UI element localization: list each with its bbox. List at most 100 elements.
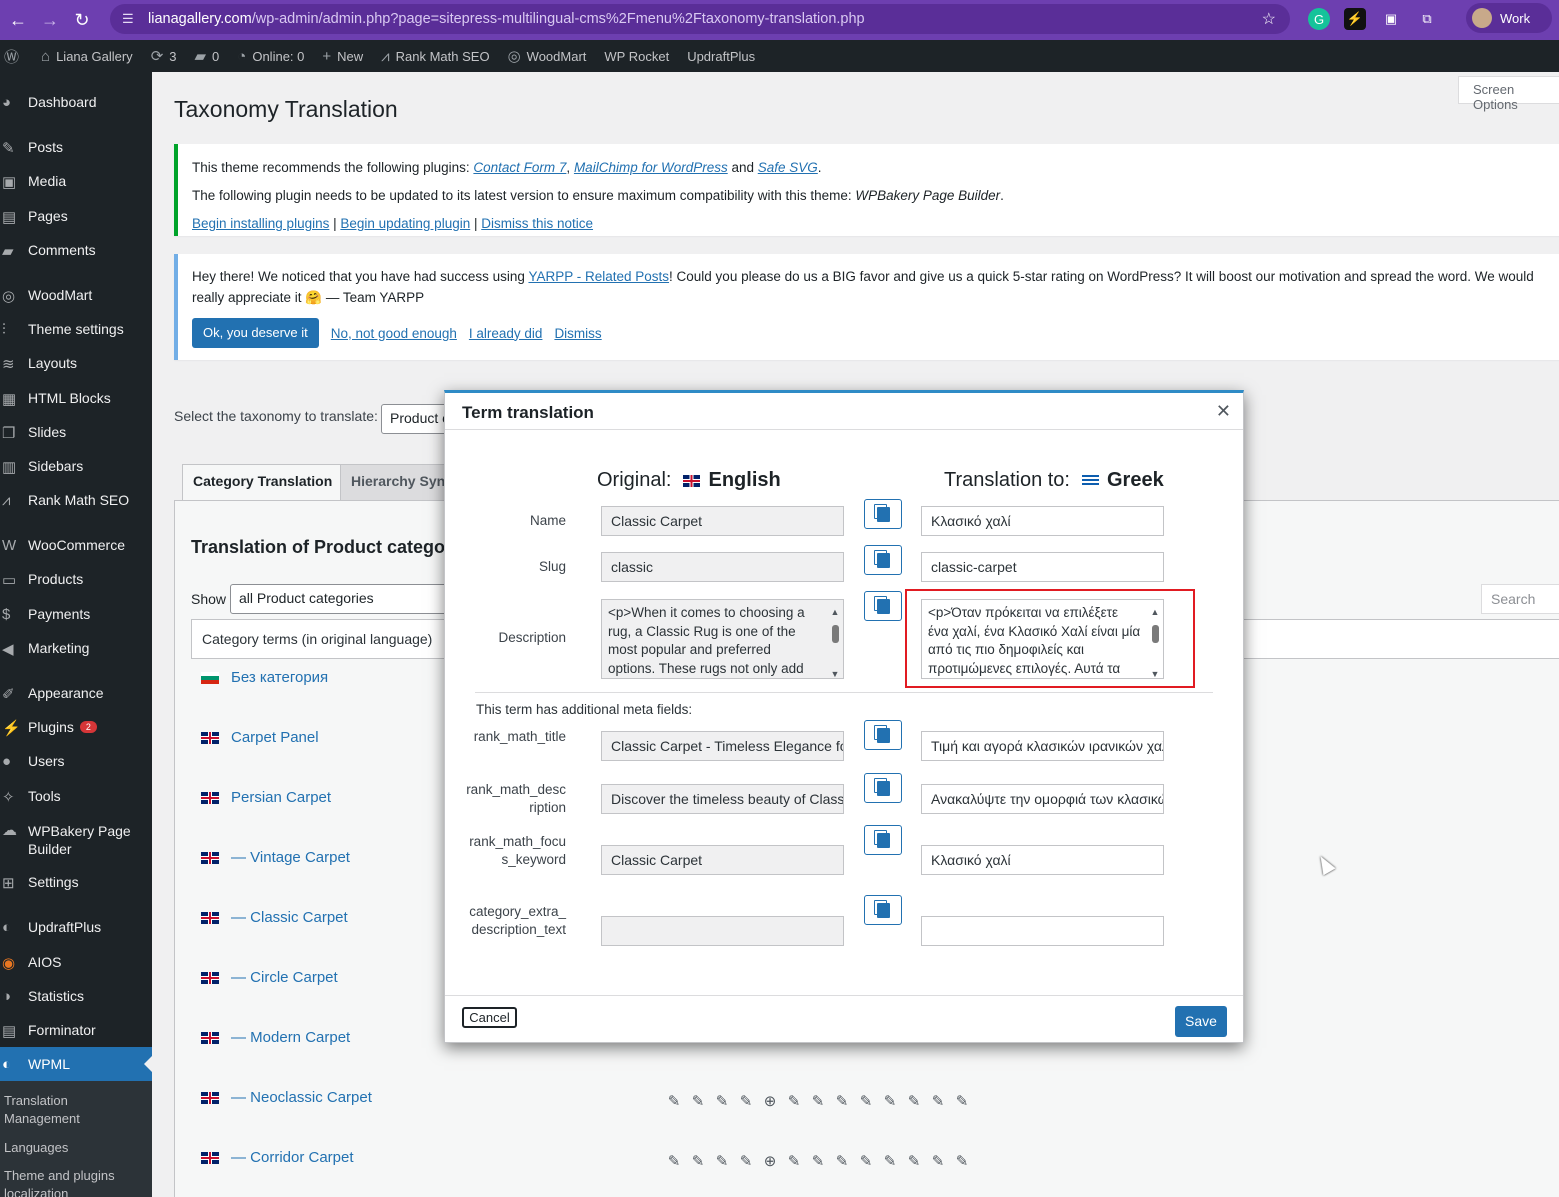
- meta-translation-input[interactable]: Κλασικό χαλί: [921, 845, 1164, 875]
- pencil-icon[interactable]: ✎: [809, 1152, 827, 1170]
- term-link[interactable]: — Neoclassic Carpet: [231, 1089, 372, 1106]
- adminbar-online[interactable]: ◔ Online: 0: [237, 48, 304, 65]
- save-button[interactable]: Save: [1175, 1006, 1227, 1037]
- address-bar[interactable]: ☰ lianagallery.com/wp-admin/admin.php?pa…: [110, 4, 1290, 34]
- pencil-icon[interactable]: ✎: [785, 1092, 803, 1110]
- term-link[interactable]: — Circle Carpet: [231, 969, 338, 986]
- adminbar-wprocket[interactable]: WP Rocket: [604, 49, 669, 64]
- show-filter-select[interactable]: all Product categories: [230, 584, 450, 614]
- sidebar-item-media[interactable]: ▣ Media: [0, 173, 152, 191]
- sidebar-item-posts[interactable]: ✎ Posts: [0, 139, 152, 157]
- sidebar-item-pages[interactable]: ▤ Pages: [0, 208, 152, 226]
- term-link[interactable]: Carpet Panel: [231, 729, 319, 746]
- extensions-puzzle-icon[interactable]: ⧉: [1416, 8, 1438, 30]
- adminbar-updates[interactable]: ⟳ 3: [151, 47, 177, 65]
- dismiss-notice-link[interactable]: Dismiss this notice: [481, 216, 593, 231]
- copy-slug-button[interactable]: [864, 545, 902, 575]
- profile-button[interactable]: Work: [1466, 3, 1552, 33]
- cancel-button[interactable]: Cancel: [462, 1007, 517, 1028]
- pencil-icon[interactable]: ✎: [665, 1152, 683, 1170]
- forward-icon[interactable]: →: [36, 6, 64, 34]
- sidebar-item-sidebars[interactable]: ▥ Sidebars: [0, 458, 152, 476]
- pencil-icon[interactable]: ✎: [929, 1152, 947, 1170]
- term-link[interactable]: — Vintage Carpet: [231, 849, 350, 866]
- term-link[interactable]: Без категория: [231, 669, 328, 686]
- sidebar-item-aios[interactable]: ◉ AIOS: [0, 954, 152, 972]
- meta-translation-input[interactable]: [921, 916, 1164, 946]
- submenu-languages[interactable]: Languages: [4, 1139, 144, 1157]
- begin-installing-link[interactable]: Begin installing plugins: [192, 216, 329, 231]
- copy-meta-button[interactable]: [864, 773, 902, 803]
- copy-meta-button[interactable]: [864, 895, 902, 925]
- pencil-icon[interactable]: ✎: [881, 1092, 899, 1110]
- pencil-icon[interactable]: ✎: [929, 1092, 947, 1110]
- term-link[interactable]: — Modern Carpet: [231, 1029, 350, 1046]
- pencil-icon[interactable]: ✎: [689, 1092, 707, 1110]
- adminbar-comments[interactable]: ▰ 0: [195, 47, 220, 65]
- term-link[interactable]: — Classic Carpet: [231, 909, 348, 926]
- pencil-icon[interactable]: ✎: [857, 1092, 875, 1110]
- sidebar-item-appearance[interactable]: ✐ Appearance: [0, 685, 152, 703]
- begin-updating-link[interactable]: Begin updating plugin: [340, 216, 470, 231]
- extension-bolt-icon[interactable]: ⚡: [1344, 8, 1366, 30]
- pencil-icon[interactable]: ✎: [713, 1152, 731, 1170]
- copy-name-button[interactable]: [864, 499, 902, 529]
- pencil-icon[interactable]: ✎: [785, 1152, 803, 1170]
- site-info-icon[interactable]: ☰: [122, 11, 138, 27]
- term-link[interactable]: Persian Carpet: [231, 789, 331, 806]
- pencil-icon[interactable]: ✎: [905, 1152, 923, 1170]
- search-input[interactable]: Search: [1481, 584, 1559, 614]
- pencil-icon[interactable]: ✎: [905, 1092, 923, 1110]
- back-icon[interactable]: ←: [4, 6, 32, 34]
- sidebar-item-wpml[interactable]: ◐ WPML: [0, 1047, 152, 1081]
- submenu-theme-plugins-localization[interactable]: Theme and plugins localization: [4, 1167, 144, 1197]
- safe-svg-link[interactable]: Safe SVG: [758, 160, 818, 175]
- sidebar-item-html-blocks[interactable]: ▦ HTML Blocks: [0, 390, 152, 408]
- sidebar-item-products[interactable]: ▭ Products: [0, 571, 152, 589]
- sidebar-item-updraftplus[interactable]: ◐ UpdraftPlus: [0, 919, 152, 936]
- sidebar-item-users[interactable]: ● Users: [0, 753, 152, 770]
- copy-meta-button[interactable]: [864, 720, 902, 750]
- submenu-translation-management[interactable]: Translation Management: [4, 1092, 144, 1128]
- bookmark-star-icon[interactable]: ☆: [1262, 9, 1276, 29]
- copy-meta-button[interactable]: [864, 825, 902, 855]
- yarpp-no-link[interactable]: No, not good enough: [331, 323, 457, 344]
- sidebar-item-settings[interactable]: ⊞ Settings: [0, 874, 152, 892]
- tab-category-translation[interactable]: Category Translation: [182, 464, 344, 500]
- globe-icon[interactable]: ⊕: [761, 1152, 779, 1170]
- sidebar-item-forminator[interactable]: ▤ Forminator: [0, 1022, 152, 1040]
- pencil-icon[interactable]: ✎: [881, 1152, 899, 1170]
- textarea-scrollbar[interactable]: ▲ ▼: [829, 603, 841, 678]
- sidebar-item-tools[interactable]: ✧ Tools: [0, 788, 152, 806]
- pencil-icon[interactable]: ✎: [737, 1152, 755, 1170]
- contact-form-7-link[interactable]: Contact Form 7: [473, 160, 566, 175]
- sidebar-item-woocommerce[interactable]: W WooCommerce: [0, 537, 152, 554]
- grammarly-icon[interactable]: G: [1308, 8, 1330, 30]
- sidebar-item-layouts[interactable]: ≋ Layouts: [0, 355, 152, 373]
- sidebar-item-statistics[interactable]: ◑ Statistics: [0, 988, 152, 1005]
- sidebar-item-comments[interactable]: ▰ Comments: [0, 242, 152, 260]
- globe-icon[interactable]: ⊕: [761, 1092, 779, 1110]
- pencil-icon[interactable]: ✎: [857, 1152, 875, 1170]
- screen-options-button[interactable]: Screen Options: [1458, 76, 1559, 112]
- yarpp-yes-button[interactable]: Ok, you deserve it: [192, 318, 319, 348]
- name-translation-input[interactable]: Κλασικό χαλί: [921, 506, 1164, 536]
- adminbar-updraftplus[interactable]: UpdraftPlus: [687, 49, 755, 64]
- pencil-icon[interactable]: ✎: [809, 1092, 827, 1110]
- adminbar-site[interactable]: ⌂ Liana Gallery: [41, 48, 133, 65]
- sidebar-item-dashboard[interactable]: ◕ Dashboard: [0, 94, 152, 111]
- yarpp-already-link[interactable]: I already did: [469, 323, 543, 344]
- reload-icon[interactable]: ↻: [68, 6, 96, 34]
- mailchimp-link[interactable]: MailChimp for WordPress: [574, 160, 728, 175]
- pencil-icon[interactable]: ✎: [713, 1092, 731, 1110]
- close-icon[interactable]: ✕: [1216, 401, 1231, 422]
- slug-translation-input[interactable]: classic-carpet: [921, 552, 1164, 582]
- pencil-icon[interactable]: ✎: [833, 1092, 851, 1110]
- sidebar-item-theme-settings[interactable]: ⫶ Theme settings: [0, 321, 152, 338]
- pencil-icon[interactable]: ✎: [953, 1152, 971, 1170]
- sidebar-item-payments[interactable]: $ Payments: [0, 606, 152, 623]
- term-link[interactable]: — Corridor Carpet: [231, 1149, 354, 1166]
- wordpress-logo-icon[interactable]: Ⓦ: [4, 46, 25, 67]
- pencil-icon[interactable]: ✎: [689, 1152, 707, 1170]
- pencil-icon[interactable]: ✎: [665, 1092, 683, 1110]
